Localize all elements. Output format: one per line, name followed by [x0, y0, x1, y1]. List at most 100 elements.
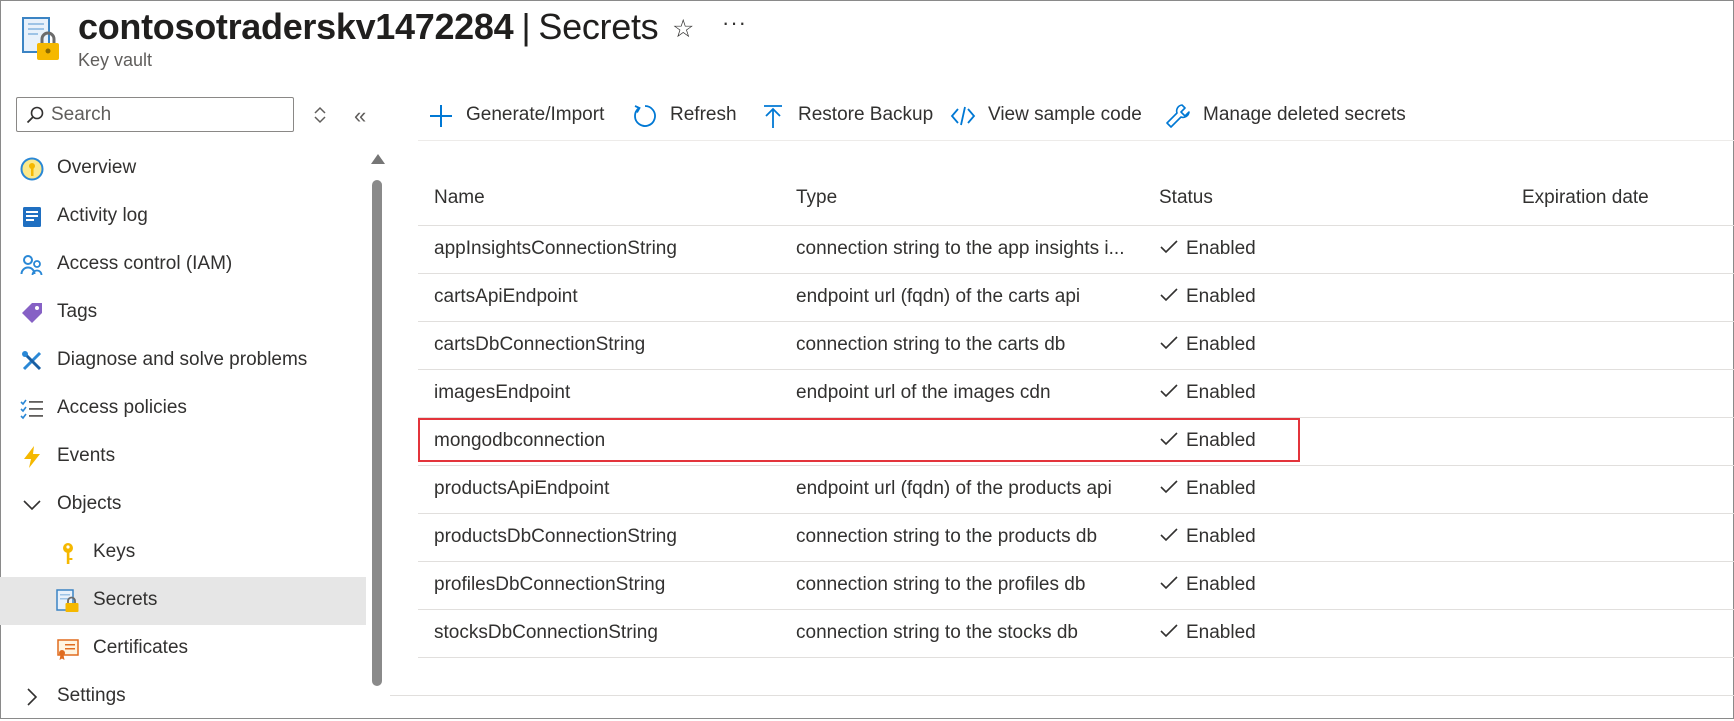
code-icon [950, 106, 976, 126]
checkmark-icon [1160, 576, 1178, 590]
page-title: contosotraderskv1472284 | Secrets [78, 6, 659, 48]
column-header-status[interactable]: Status [1159, 187, 1213, 209]
table-row[interactable]: productsApiEndpoint endpoint url (fqdn) o… [418, 466, 1734, 514]
status-text: Enabled [1186, 382, 1256, 403]
status-text: Enabled [1186, 334, 1256, 355]
tag-icon [22, 303, 42, 323]
status-text: Enabled [1186, 238, 1256, 259]
checkmark-icon [1160, 528, 1178, 542]
secret-icon [56, 589, 79, 612]
column-header-type[interactable]: Type [796, 187, 837, 209]
sidebar-search[interactable] [16, 97, 294, 132]
sidebar-item-events[interactable]: Events [0, 433, 366, 481]
sidebar-item-label: Settings [57, 685, 126, 706]
upload-icon [764, 105, 782, 128]
sidebar-scrollbar[interactable] [370, 152, 385, 688]
resource-type: Key vault [78, 50, 153, 70]
checkmark-icon [1160, 288, 1178, 302]
table-bottom-divider [390, 695, 1734, 696]
sidebar-item-overview[interactable]: Overview [0, 145, 366, 193]
secret-status: Enabled [1159, 382, 1359, 404]
favorite-star-icon[interactable]: ☆ [672, 14, 694, 44]
scroll-up-arrow-icon[interactable] [371, 154, 385, 164]
secret-type: endpoint url of the images cdn [796, 382, 1051, 403]
secret-name[interactable]: stocksDbConnectionString [434, 622, 774, 644]
secret-name[interactable]: cartsDbConnectionString [434, 334, 774, 356]
secret-name[interactable]: cartsApiEndpoint [434, 286, 774, 308]
secret-type: connection string to the profiles db [796, 574, 1086, 595]
secret-status: Enabled [1159, 478, 1359, 500]
secret-type: endpoint url (fqdn) of the carts api [796, 286, 1081, 307]
secrets-table: Name Type Status Expiration date appInsi… [418, 175, 1734, 658]
wrench-icon [22, 351, 42, 371]
secret-type: connection string to the stocks db [796, 622, 1078, 643]
sidebar-item-label: Tags [57, 301, 98, 322]
sidebar-item-label: Keys [93, 541, 136, 562]
checkmark-icon [1160, 240, 1178, 254]
sidebar-item-label: Secrets [93, 589, 158, 610]
table-row[interactable]: appInsightsConnectionString connection st… [418, 226, 1734, 274]
search-input[interactable] [51, 101, 287, 128]
manage-deleted-secrets-label: Manage deleted secrets [1203, 104, 1406, 125]
table-row[interactable]: profilesDbConnectionString connection str… [418, 562, 1734, 610]
activity-log-icon [23, 207, 41, 227]
status-text: Enabled [1186, 526, 1256, 547]
column-header-name[interactable]: Name [434, 187, 485, 209]
sidebar-item-settings[interactable]: Settings [0, 673, 366, 721]
view-sample-code-label: View sample code [988, 104, 1142, 125]
sidebar-item-keys[interactable]: Keys [0, 529, 366, 577]
table-body: appInsightsConnectionString connection st… [418, 226, 1734, 658]
sidebar-item-secrets[interactable]: Secrets [0, 577, 366, 625]
secret-name[interactable]: imagesEndpoint [434, 382, 774, 404]
resource-name: contosotraderskv1472284 [78, 6, 514, 47]
section-name: Secrets [538, 6, 659, 47]
search-icon [26, 106, 44, 124]
access-control-icon [20, 255, 43, 276]
secret-name[interactable]: profilesDbConnectionString [434, 574, 774, 596]
sidebar-item-label: Overview [57, 157, 137, 178]
secret-name[interactable]: appInsightsConnectionString [434, 238, 774, 260]
sidebar-item-objects[interactable]: Objects [0, 481, 366, 529]
secret-name[interactable]: mongodbconnection [434, 430, 774, 452]
secret-type: connection string to the products db [796, 526, 1098, 547]
sidebar-item-label: Access policies [57, 397, 187, 418]
secret-type: connection string to the carts db [796, 334, 1066, 355]
table-row[interactable]: cartsApiEndpoint endpoint url (fqdn) of t… [418, 274, 1734, 322]
secret-status: Enabled [1159, 622, 1359, 644]
table-row[interactable]: productsDbConnectionString connection str… [418, 514, 1734, 562]
secret-status: Enabled [1159, 286, 1359, 308]
sidebar-item-access-policies[interactable]: Access policies [0, 385, 366, 433]
sidebar-item-label: Diagnose and solve problems [57, 349, 308, 370]
secret-status: Enabled [1159, 430, 1359, 452]
column-header-expiration[interactable]: Expiration date [1522, 187, 1649, 209]
toolbar-divider [418, 140, 1734, 141]
more-options-icon[interactable]: ··· [722, 10, 747, 36]
sidebar-item-tags[interactable]: Tags [0, 289, 366, 337]
secret-name[interactable]: productsDbConnectionString [434, 526, 774, 548]
checkmark-icon [1160, 336, 1178, 350]
collapse-sidebar-icon[interactable]: « [354, 103, 366, 129]
sidebar-item-diagnose[interactable]: Diagnose and solve problems [0, 337, 366, 385]
sidebar-item-access-control[interactable]: Access control (IAM) [0, 241, 366, 289]
scrollbar-thumb[interactable] [372, 180, 382, 686]
secret-name[interactable]: productsApiEndpoint [434, 478, 774, 500]
checkmark-icon [1160, 480, 1178, 494]
key-vault-icon [22, 17, 59, 60]
sidebar-item-certificates[interactable]: Certificates [0, 625, 366, 673]
table-row[interactable]: imagesEndpoint endpoint url of the images… [418, 370, 1734, 418]
secret-status: Enabled [1159, 238, 1359, 260]
key-icon [63, 543, 73, 564]
wrench-icon [1166, 104, 1190, 128]
table-row[interactable]: mongodbconnection Enabled [418, 418, 1734, 466]
status-text: Enabled [1186, 430, 1256, 451]
list-check-icon [20, 399, 43, 420]
expand-collapse-icon[interactable] [312, 102, 328, 128]
sidebar-item-label: Activity log [57, 205, 148, 226]
secret-type: connection string to the app insights i.… [796, 238, 1125, 259]
table-row[interactable]: stocksDbConnectionString connection strin… [418, 610, 1734, 658]
chevron-down-icon [23, 500, 41, 511]
table-row[interactable]: cartsDbConnectionString connection string… [418, 322, 1734, 370]
secret-status: Enabled [1159, 334, 1359, 356]
chevron-right-icon [27, 688, 38, 706]
sidebar-item-activity-log[interactable]: Activity log [0, 193, 366, 241]
